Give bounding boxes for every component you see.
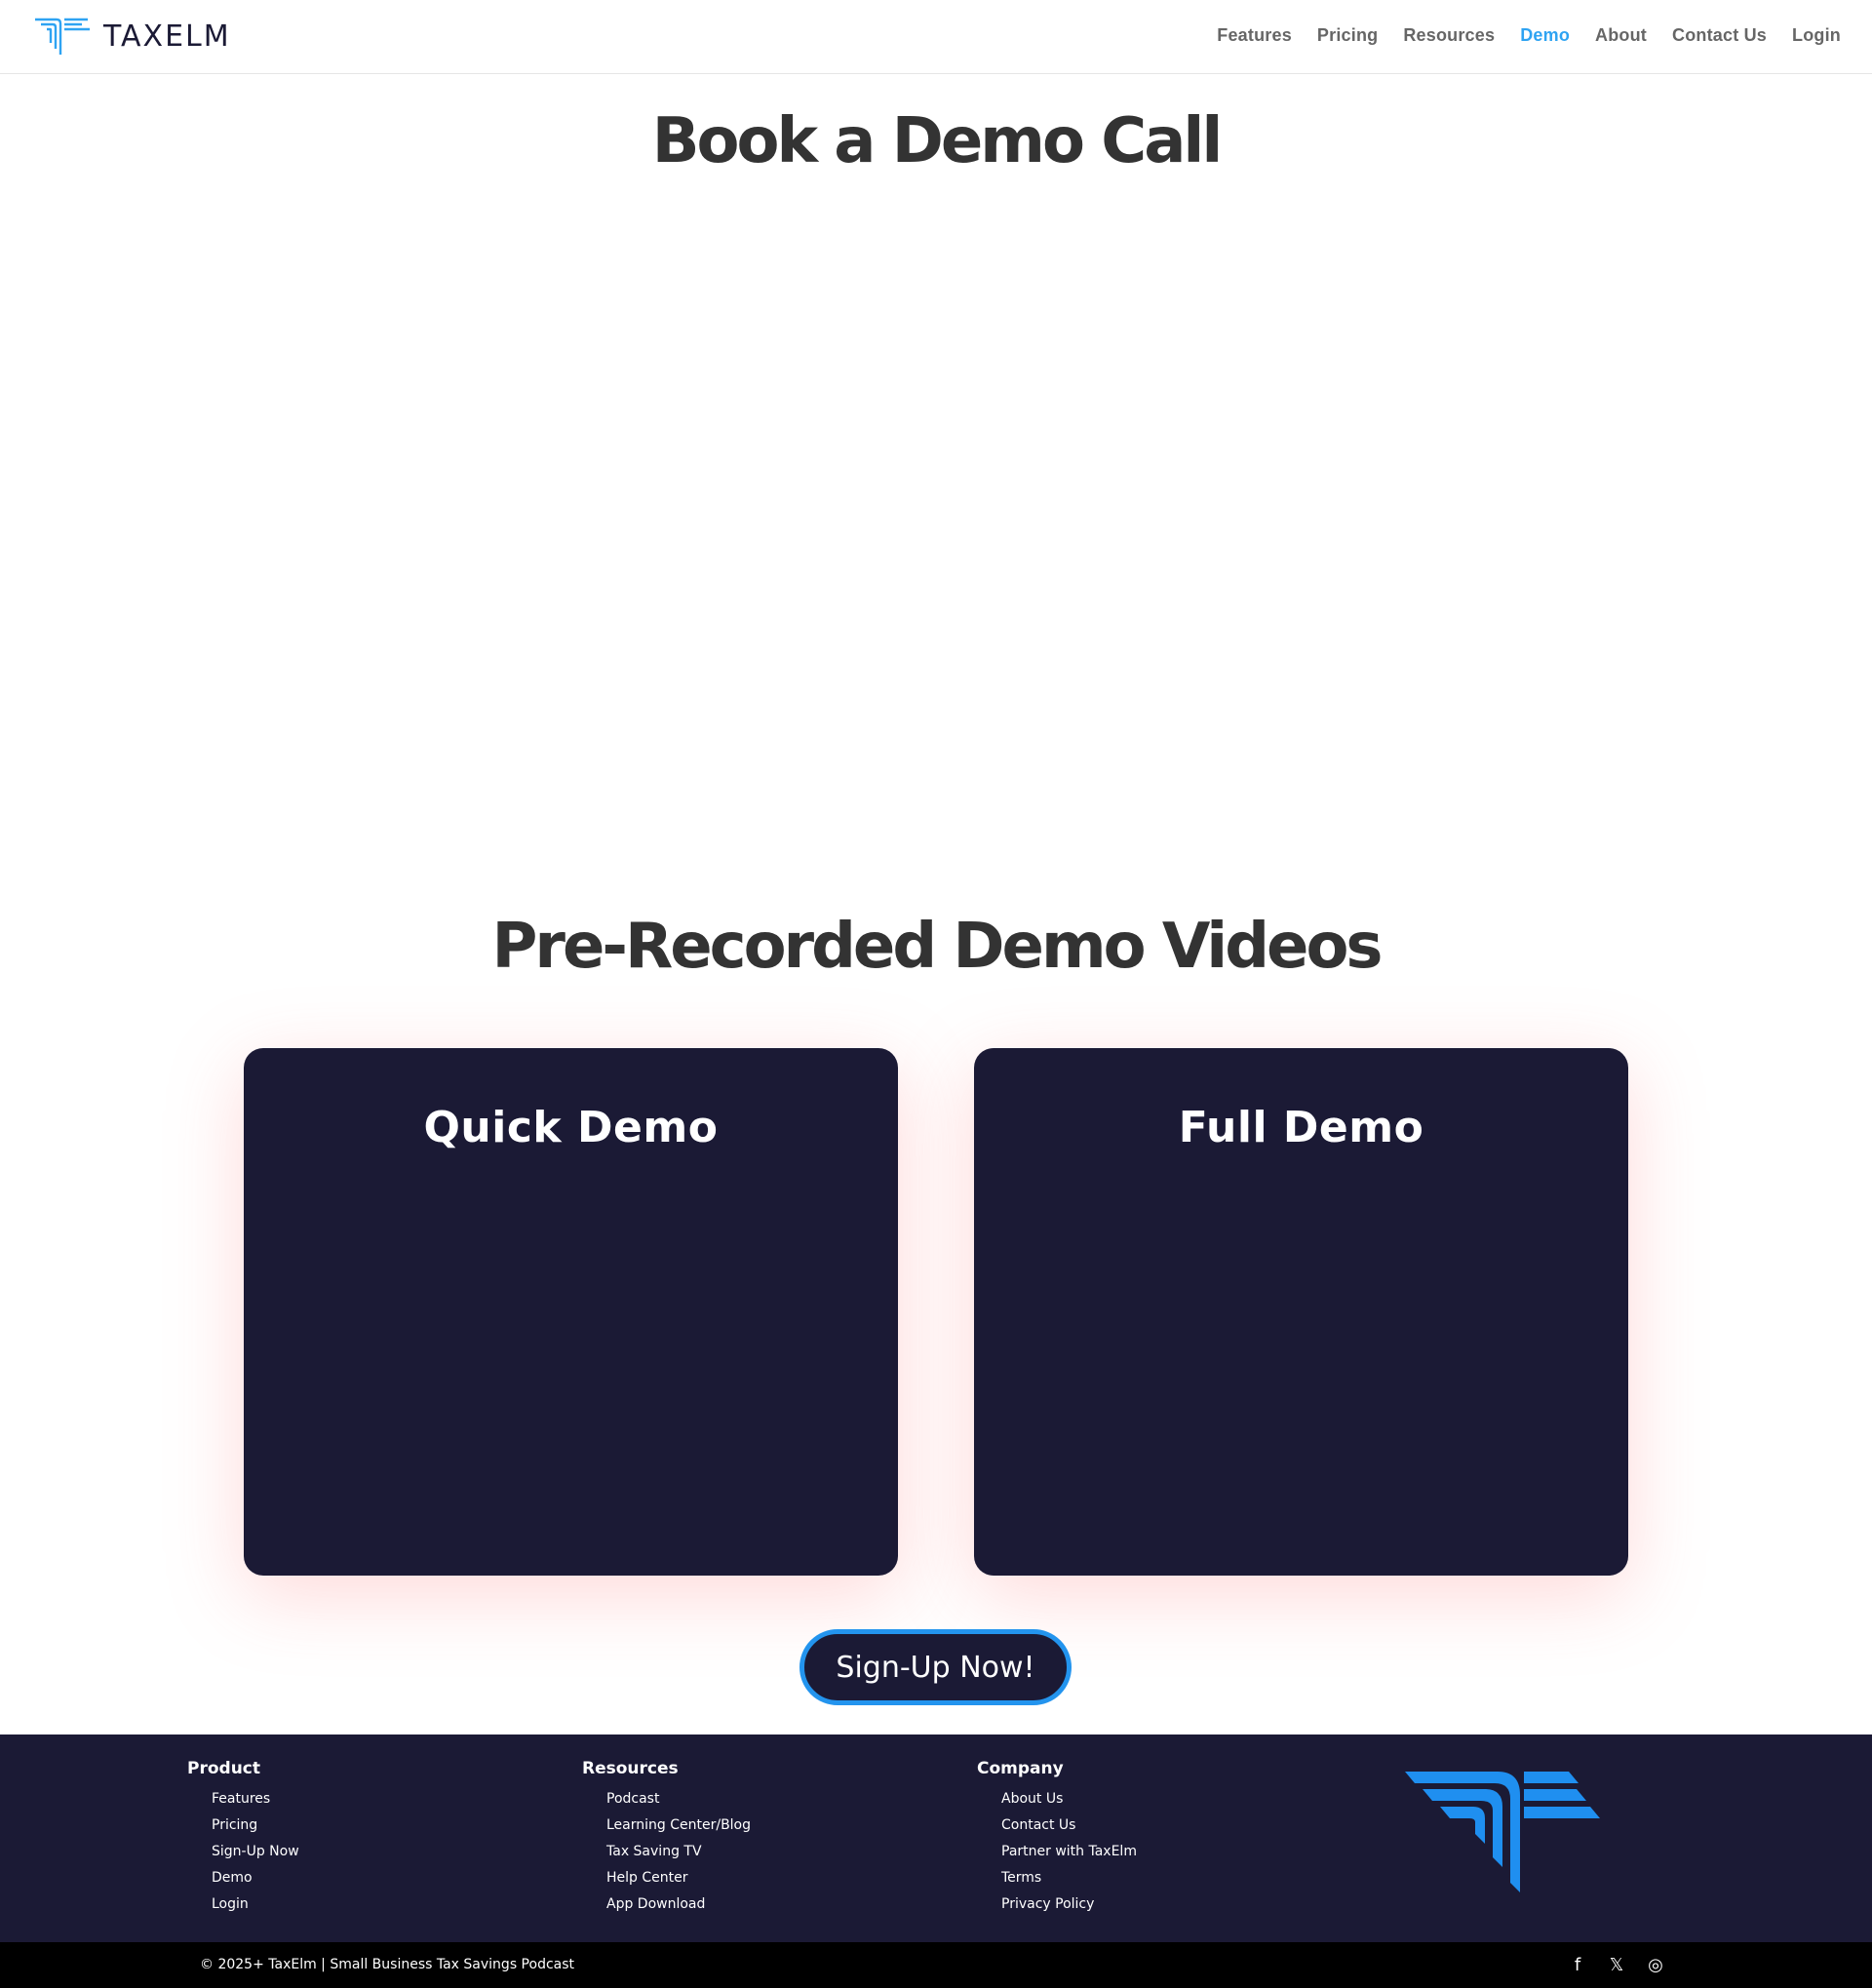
footer-logo-icon: [1405, 1772, 1600, 1892]
nav-features[interactable]: Features: [1217, 25, 1292, 46]
facebook-icon[interactable]: f: [1568, 1954, 1587, 1975]
quick-demo-title: Quick Demo: [423, 1103, 719, 1152]
footer-heading: Company: [977, 1759, 1064, 1778]
booking-embed-area: [244, 195, 1628, 858]
footer-link[interactable]: Privacy Policy: [1001, 1891, 1137, 1918]
nav-contact-us[interactable]: Contact Us: [1672, 25, 1767, 46]
instagram-icon[interactable]: ◎: [1646, 1954, 1665, 1975]
nav-pricing[interactable]: Pricing: [1317, 25, 1378, 46]
nav-login[interactable]: Login: [1792, 25, 1841, 46]
footer-link[interactable]: Sign-Up Now: [212, 1839, 299, 1865]
site-footer: Product Features Pricing Sign-Up Now Dem…: [0, 1735, 1872, 1942]
nav-demo[interactable]: Demo: [1520, 25, 1570, 46]
main-nav: Features Pricing Resources Demo About Co…: [1217, 25, 1841, 46]
footer-link[interactable]: Tax Saving TV: [606, 1839, 751, 1865]
footer-link[interactable]: Terms: [1001, 1865, 1137, 1891]
copyright-text: © 2025+ TaxElm | Small Business Tax Savi…: [200, 1957, 575, 1972]
footer-column-resources: Resources Podcast Learning Center/Blog T…: [582, 1759, 751, 1918]
book-demo-title: Book a Demo Call: [651, 105, 1224, 177]
footer-link[interactable]: Features: [212, 1786, 299, 1813]
footer-link[interactable]: Podcast: [606, 1786, 751, 1813]
footer-link[interactable]: About Us: [1001, 1786, 1137, 1813]
taxelm-logo-icon: [35, 18, 90, 55]
footer-column-product: Product Features Pricing Sign-Up Now Dem…: [187, 1759, 299, 1918]
x-twitter-icon[interactable]: 𝕏: [1607, 1954, 1626, 1975]
footer-link[interactable]: Partner with TaxElm: [1001, 1839, 1137, 1865]
sign-up-button[interactable]: Sign-Up Now!: [800, 1629, 1072, 1705]
social-links: f 𝕏 ◎: [1568, 1954, 1665, 1975]
footer-heading: Resources: [582, 1759, 679, 1778]
footer-heading: Product: [187, 1759, 260, 1778]
demo-videos-title: Pre-Recorded Demo Videos: [491, 911, 1384, 983]
footer-link[interactable]: Demo: [212, 1865, 299, 1891]
footer-column-company: Company About Us Contact Us Partner with…: [977, 1759, 1137, 1918]
footer-link[interactable]: App Download: [606, 1891, 751, 1918]
footer-bottom-bar: © 2025+ TaxElm | Small Business Tax Savi…: [0, 1942, 1872, 1988]
taxelm-logo[interactable]: TAXELM: [33, 16, 231, 57]
logo-text: TAXELM: [103, 19, 231, 54]
footer-link[interactable]: Pricing: [212, 1813, 299, 1839]
footer-link[interactable]: Contact Us: [1001, 1813, 1137, 1839]
quick-demo-card[interactable]: Quick Demo: [244, 1048, 898, 1576]
footer-link[interactable]: Learning Center/Blog: [606, 1813, 751, 1839]
full-demo-card[interactable]: Full Demo: [974, 1048, 1628, 1576]
nav-about[interactable]: About: [1595, 25, 1647, 46]
footer-link[interactable]: Help Center: [606, 1865, 751, 1891]
footer-link[interactable]: Login: [212, 1891, 299, 1918]
nav-resources[interactable]: Resources: [1403, 25, 1495, 46]
site-header: TAXELM Features Pricing Resources Demo A…: [0, 0, 1872, 74]
full-demo-title: Full Demo: [1178, 1103, 1424, 1152]
